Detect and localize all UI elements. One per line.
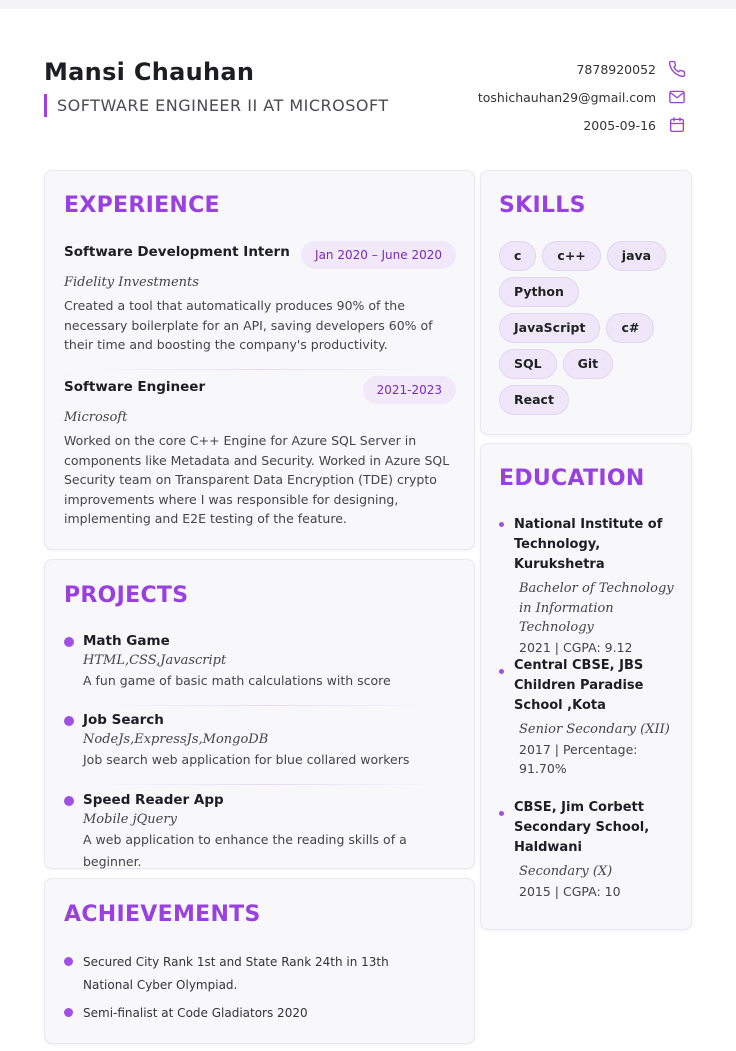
project-tech: Mobile jQuery [83,812,177,827]
experience-item: Software Development Intern Jan 2020 – J… [64,241,456,355]
candidate-name: Mansi Chauhan [44,58,255,86]
date-badge: 2021-2023 [362,376,456,404]
skill-chip: Git [562,349,614,379]
contact-dob: 2005-09-16 [583,116,686,134]
contact-phone[interactable]: 7878920052 [576,60,686,78]
calendar-icon [668,116,686,134]
email-address: toshichauhan29@gmail.com [477,89,656,105]
project-description: Job search web application for blue coll… [83,752,410,767]
project-name: Speed Reader App [83,792,224,808]
phone-icon [668,60,686,78]
achievement-item: Secured City Rank 1st and State Rank 24t… [64,951,434,997]
job-title: Software Engineer [64,379,206,395]
bullet-dot [64,796,74,806]
bullet-dot [64,716,74,726]
divider [64,369,456,370]
achievement-text: Semi-finalist at Code Gladiators 2020 [83,1006,308,1020]
education-section: EDUCATION National Institute of Technolo… [480,443,692,930]
skill-chip-list: c c++ java Python JavaScript c# SQL Git … [499,241,679,415]
degree: Secondary (X) [519,864,613,879]
project-name: Math Game [83,633,170,649]
candidate-role: SOFTWARE ENGINEER II AT MICROSOFT [44,94,389,117]
school-name: Central CBSE, JBS Children Paradise Scho… [514,658,644,713]
school-name: National Institute of Technology, Kuruks… [514,517,663,572]
achievement-text: Secured City Rank 1st and State Rank 24t… [83,955,389,992]
projects-section: PROJECTS Math Game HTML,CSS,Javascript A… [44,559,475,869]
project-description: A web application to enhance the reading… [83,832,407,869]
section-title-projects: PROJECTS [64,583,189,608]
company-name: Fidelity Investments [64,275,199,290]
project-item: Job Search NodeJs,ExpressJs,MongoDB Job … [64,710,456,771]
dob-text: 2005-09-16 [583,117,656,133]
mail-icon [668,88,686,106]
job-description: Worked on the core C++ Engine for Azure … [64,433,450,527]
education-item: CBSE, Jim Corbett Secondary School, Hald… [499,798,679,901]
degree: Senior Secondary (XII) [519,722,670,737]
degree: Bachelor of Technology in Information Te… [519,581,674,635]
education-item: National Institute of Technology, Kuruks… [499,515,679,657]
top-bar [0,0,736,9]
bullet-dot [499,811,504,816]
experience-section: EXPERIENCE Software Development Intern J… [44,170,475,550]
job-description: Created a tool that automatically produc… [64,298,433,353]
project-name: Job Search [83,712,164,728]
project-tech: NodeJs,ExpressJs,MongoDB [83,732,269,747]
skill-chip: React [499,385,569,415]
skill-chip: c [499,241,537,271]
section-title-education: EDUCATION [499,466,645,491]
achievement-item: Semi-finalist at Code Gladiators 2020 [64,1002,434,1025]
education-item: Central CBSE, JBS Children Paradise Scho… [499,656,679,779]
job-title: Software Development Intern [64,244,290,260]
skill-chip: c# [606,313,655,343]
project-item: Math Game HTML,CSS,Javascript A fun game… [64,631,456,692]
skill-chip: c++ [542,241,601,271]
section-title-achievements: ACHIEVEMENTS [64,902,261,927]
skill-chip: JavaScript [499,313,601,343]
education-meta: 2021 | CGPA: 9.12 [519,639,633,655]
project-description: A fun game of basic math calculations wi… [83,673,391,688]
bullet-dot [64,957,73,966]
company-name: Microsoft [64,410,128,425]
phone-number: 7878920052 [576,61,656,77]
education-meta: 2015 | CGPA: 10 [519,883,621,899]
education-meta: 2017 | Percentage: 91.70% [519,741,638,777]
divider [83,705,453,706]
divider [83,784,453,785]
bullet-dot [499,522,504,527]
bullet-dot [499,669,504,674]
skill-chip: Python [499,277,579,307]
skill-chip: SQL [499,349,557,379]
skill-chip: java [606,241,667,271]
achievements-section: ACHIEVEMENTS Secured City Rank 1st and S… [44,878,475,1044]
section-title-skills: SKILLS [499,193,586,218]
experience-item: Software Engineer 2021-2023 Microsoft Wo… [64,376,456,529]
bullet-dot [64,637,74,647]
skills-section: SKILLS c c++ java Python JavaScript c# S… [480,170,692,435]
date-badge: Jan 2020 – June 2020 [301,241,456,269]
section-title-experience: EXPERIENCE [64,193,220,218]
school-name: CBSE, Jim Corbett Secondary School, Hald… [514,800,650,855]
contact-email[interactable]: toshichauhan29@gmail.com [478,88,686,106]
bullet-dot [64,1008,73,1017]
project-item: Speed Reader App Mobile jQuery A web app… [64,790,456,873]
project-tech: HTML,CSS,Javascript [83,653,227,668]
